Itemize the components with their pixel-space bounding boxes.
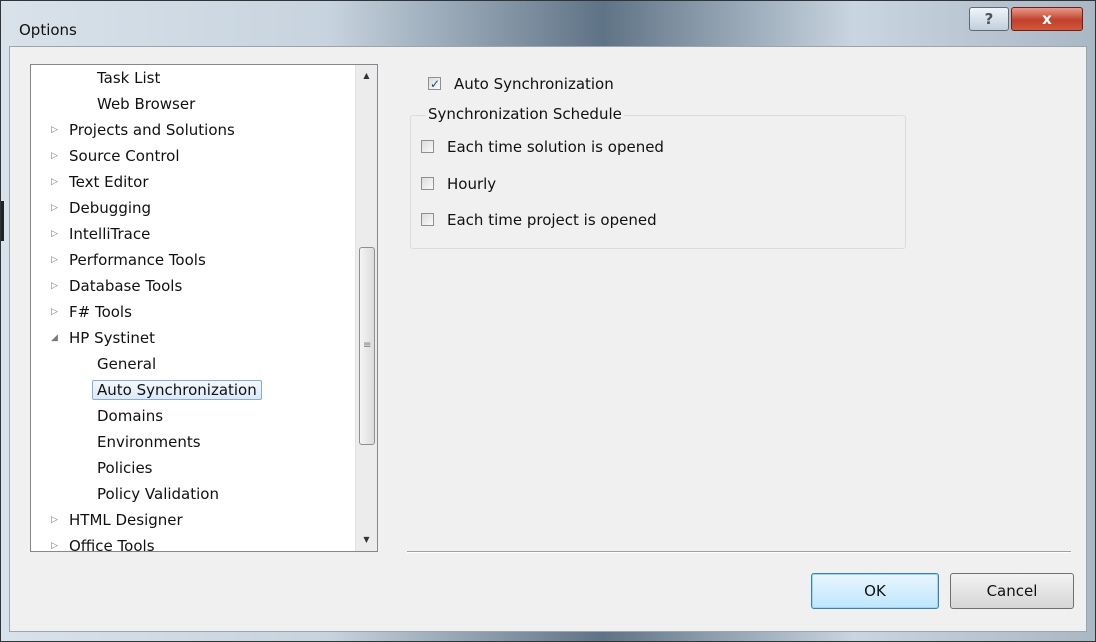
tree-item[interactable]: Environments	[97, 430, 201, 454]
scroll-up-icon[interactable]: ▲	[356, 67, 377, 85]
expand-arrow-icon[interactable]: ▷	[51, 534, 58, 551]
tree-item-label: Database Tools	[69, 277, 183, 295]
tree-item-label: Performance Tools	[69, 251, 206, 269]
tree-item-label: Auto Synchronization	[92, 380, 262, 400]
tree-item[interactable]: ▷ IntelliTrace	[51, 222, 151, 246]
tree-item-label: Projects and Solutions	[69, 121, 235, 139]
tree-item-label: Text Editor	[69, 173, 149, 191]
schedule-group-title: Synchronization Schedule	[426, 104, 624, 124]
expand-arrow-icon[interactable]: ▷	[51, 196, 58, 220]
tree-item[interactable]: ▷ Office Tools	[51, 534, 155, 552]
hourly-label: Hourly	[447, 175, 497, 193]
hourly-checkbox[interactable]	[421, 177, 434, 190]
help-button[interactable]: ?	[969, 7, 1009, 31]
cancel-button[interactable]: Cancel	[950, 573, 1074, 609]
expand-arrow-icon[interactable]: ▷	[51, 300, 58, 324]
expand-arrow-icon[interactable]: ▷	[51, 118, 58, 142]
tree-item-label: Policies	[97, 459, 153, 477]
expand-arrow-icon[interactable]: ▷	[51, 170, 58, 194]
tree-item-label: Debugging	[69, 199, 152, 217]
tree-item-label: General	[97, 355, 157, 373]
tree-item[interactable]: ▷ Performance Tools	[51, 248, 206, 272]
tree-item-label: Policy Validation	[97, 485, 219, 503]
expand-arrow-icon[interactable]: ▷	[51, 508, 58, 532]
solution-opened-label: Each time solution is opened	[447, 138, 664, 156]
tree-item[interactable]: Policies	[97, 456, 152, 480]
options-tree[interactable]: Task List Web Browser ▷ Projects and Soluti…	[30, 64, 378, 552]
tree-item-label: HTML Designer	[69, 511, 183, 529]
tree-item[interactable]: Domains	[97, 404, 163, 428]
ok-button[interactable]: OK	[811, 573, 939, 609]
project-opened-checkbox[interactable]	[421, 213, 434, 226]
tree-item-label: Environments	[97, 433, 201, 451]
tree-item[interactable]: ▷ Projects and Solutions	[51, 118, 235, 142]
tree-item[interactable]: Task List	[97, 66, 160, 90]
expand-arrow-icon[interactable]: ▷	[51, 144, 58, 168]
tree-item[interactable]: Auto Synchronization	[92, 378, 262, 402]
project-opened-label: Each time project is opened	[447, 211, 657, 229]
auto-sync-label: Auto Synchronization	[454, 75, 614, 93]
tree-item[interactable]: ◢ HP Systinet	[51, 326, 155, 350]
schedule-option-solution[interactable]: Each time solution is opened	[421, 137, 664, 157]
tree-item-label: Source Control	[69, 147, 180, 165]
close-button[interactable]: x	[1011, 7, 1083, 31]
grip-icon: ≡	[363, 340, 372, 351]
tree-item-label: IntelliTrace	[69, 225, 151, 243]
tree-item[interactable]: ▷ Database Tools	[51, 274, 183, 298]
dialog-title: Options	[19, 21, 77, 39]
button-separator	[407, 551, 1071, 553]
tree-item[interactable]: ▷ Debugging	[51, 196, 152, 220]
tree-item[interactable]: General	[97, 352, 156, 376]
tree-item[interactable]: Web Browser	[97, 92, 195, 116]
solution-opened-checkbox[interactable]	[421, 140, 434, 153]
tree-item-label: Domains	[97, 407, 164, 425]
scroll-thumb[interactable]: ≡	[359, 247, 375, 445]
tree-item[interactable]: ▷ F# Tools	[51, 300, 132, 324]
tree-item[interactable]: ▷ Text Editor	[51, 170, 149, 194]
schedule-option-project[interactable]: Each time project is opened	[421, 210, 657, 230]
title-bar[interactable]: Options ? x	[1, 1, 1095, 47]
check-icon: ✓	[430, 77, 441, 91]
expand-arrow-icon[interactable]: ▷	[51, 248, 58, 272]
schedule-option-hourly[interactable]: Hourly	[421, 174, 496, 194]
tree-item-label: HP Systinet	[69, 329, 155, 347]
collapse-arrow-icon[interactable]: ◢	[51, 326, 58, 350]
expand-arrow-icon[interactable]: ▷	[51, 274, 58, 298]
tree-item-label: Task List	[97, 69, 161, 87]
tree-item-label: F# Tools	[69, 303, 132, 321]
background-edge	[1, 201, 4, 241]
tree-scrollbar[interactable]: ▲ ≡ ▼	[355, 65, 377, 551]
tree-item[interactable]: ▷ HTML Designer	[51, 508, 183, 532]
tree-item[interactable]: ▷ Source Control	[51, 144, 180, 168]
auto-sync-checkbox[interactable]: ✓	[428, 77, 441, 91]
scroll-down-icon[interactable]: ▼	[356, 531, 377, 549]
tree-item-label: Office Tools	[69, 537, 155, 552]
auto-sync-checkbox-row[interactable]: ✓ Auto Synchronization	[428, 74, 614, 94]
tree-item-label: Web Browser	[97, 95, 196, 113]
expand-arrow-icon[interactable]: ▷	[51, 222, 58, 246]
tree-item[interactable]: Policy Validation	[97, 482, 219, 506]
